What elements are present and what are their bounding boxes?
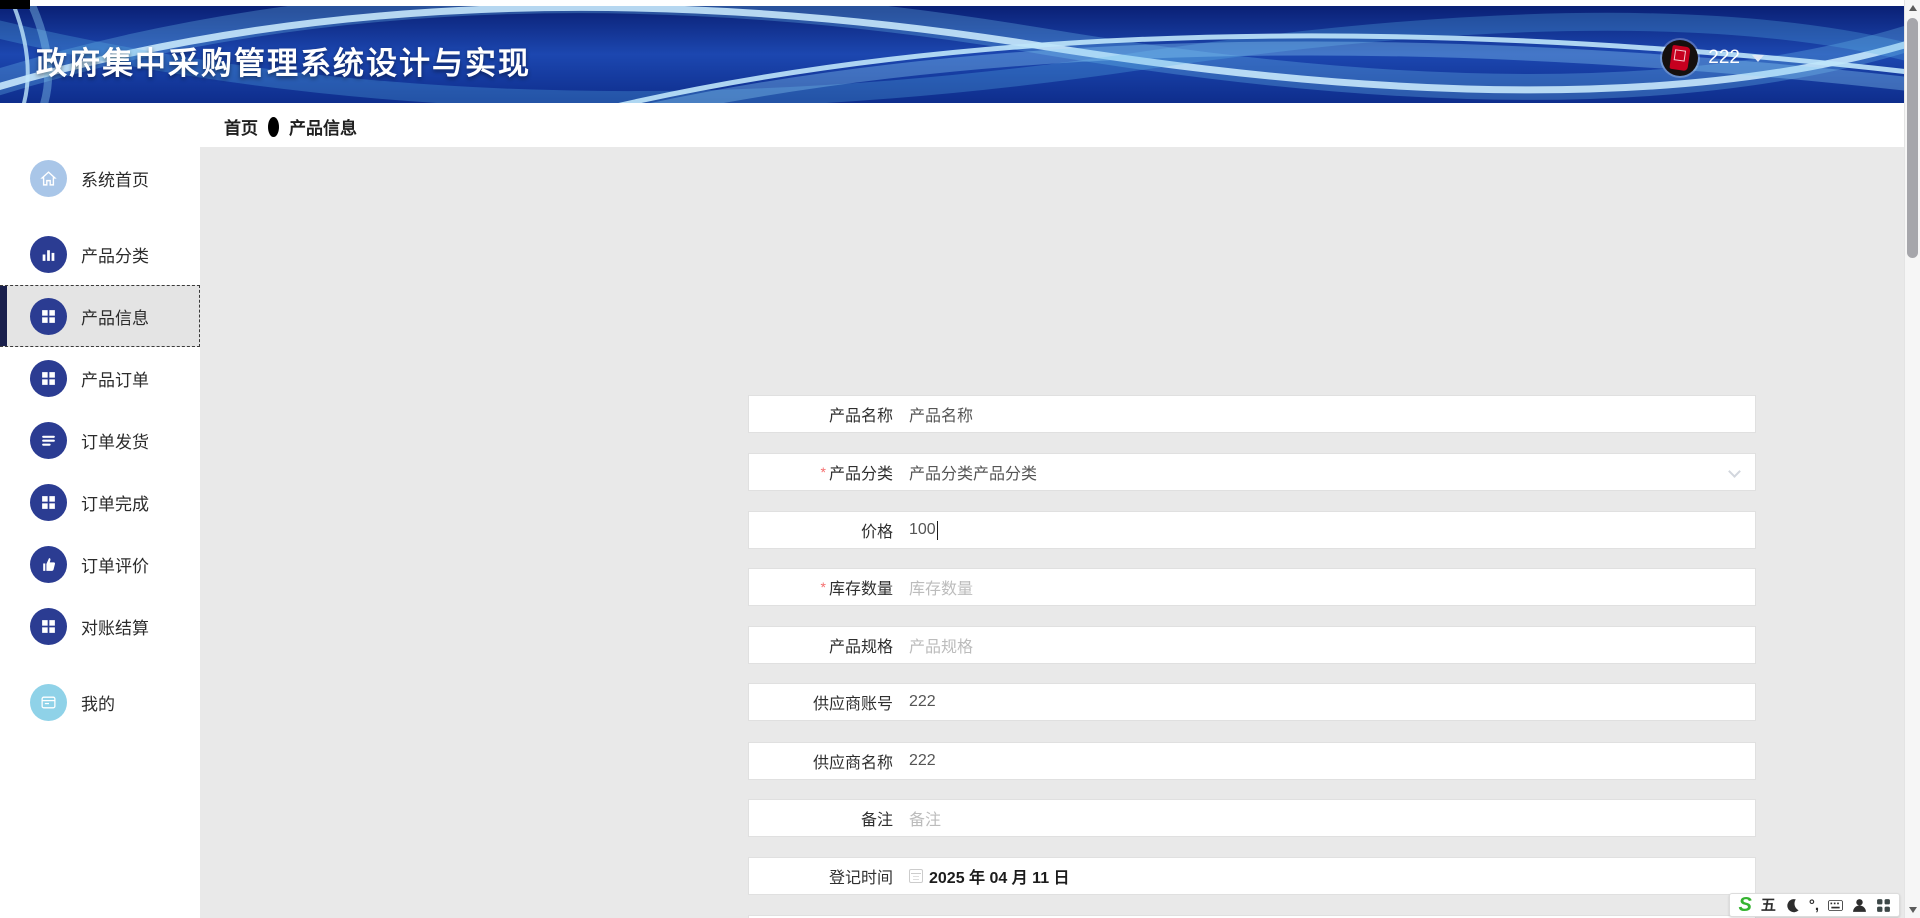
sidebar-item-label: 订单评价 — [81, 556, 149, 576]
punctuation-icon[interactable]: °, — [1809, 898, 1819, 913]
page: 政府集中采购管理系统设计与实现 222 首页 产品信息 系统首页 产品分类 产品信息… — [0, 0, 1920, 918]
sidebar-item-label: 我的 — [81, 694, 115, 714]
breadcrumb-current: 产品信息 — [289, 119, 357, 138]
field-value[interactable]: 100 — [909, 520, 938, 540]
id-card-icon — [30, 683, 67, 721]
field-label: 供应商名称 — [812, 755, 893, 772]
form-row-3[interactable]: * 库存数量 库存数量 — [748, 568, 1756, 606]
field-placeholder[interactable]: 库存数量 — [909, 575, 973, 599]
field-label: 登记时间 — [828, 870, 893, 887]
home-icon — [30, 159, 67, 197]
sidebar-item-2[interactable]: 产品信息 — [0, 285, 200, 347]
person-icon[interactable] — [1852, 898, 1867, 913]
field-label: 备注 — [860, 812, 893, 829]
sidebar-item-8[interactable]: 我的 — [0, 671, 200, 733]
field-placeholder[interactable]: 备注 — [909, 806, 941, 830]
top-white-strip — [0, 0, 1920, 6]
vertical-scrollbar[interactable] — [1904, 0, 1920, 918]
grid-icon — [30, 297, 67, 335]
form-row-0[interactable]: 产品名称 产品名称 — [748, 395, 1756, 433]
field-placeholder[interactable]: 产品规格 — [909, 633, 973, 657]
form-row-4[interactable]: 产品规格 产品规格 — [748, 626, 1756, 664]
sogou-logo-icon[interactable]: S — [1738, 895, 1751, 915]
main-content-panel: 产品名称 产品名称 * 产品分类 产品分类产品分类 价格 100 * 库存数量 库存数量 产品规格产… — [200, 147, 1904, 918]
sidebar-item-0[interactable]: 系统首页 — [0, 147, 200, 209]
sidebar-item-label: 产品信息 — [81, 308, 149, 328]
list-icon — [30, 421, 67, 459]
field-label: 产品规格 — [828, 639, 893, 656]
sidebar-item-6[interactable]: 订单评价 — [0, 533, 200, 595]
sidebar-item-1[interactable]: 产品分类 — [0, 223, 200, 285]
sidebar-item-3[interactable]: 产品订单 — [0, 347, 200, 409]
bar-chart-icon — [30, 235, 67, 273]
app-title: 政府集中采购管理系统设计与实现 — [36, 46, 531, 81]
field-label: * 库存数量 — [820, 579, 893, 598]
sidebar-item-label: 系统首页 — [81, 170, 149, 190]
user-menu[interactable]: 222 — [1662, 40, 1764, 76]
field-label: 价格 — [860, 524, 893, 541]
form-row-1[interactable]: * 产品分类 产品分类产品分类 — [748, 453, 1756, 491]
chevron-down-icon[interactable] — [1752, 54, 1764, 62]
grid-icon — [30, 607, 67, 645]
scrollbar-up-arrow-icon[interactable] — [1909, 5, 1917, 11]
scrollbar-down-arrow-icon[interactable] — [1909, 907, 1917, 913]
field-label: * 产品分类 — [820, 464, 893, 483]
grid-icon — [30, 359, 67, 397]
calendar-icon — [909, 869, 923, 883]
field-label: 供应商账号 — [812, 696, 893, 713]
sidebar-item-5[interactable]: 订单完成 — [0, 471, 200, 533]
sidebar-item-7[interactable]: 对账结算 — [0, 595, 200, 657]
breadcrumb-band: 首页 产品信息 — [0, 103, 1904, 147]
ime-toolbar[interactable]: S 五 °, — [1729, 893, 1900, 917]
form-row-8[interactable]: 登记时间 2025 年 04 月 11 日 — [748, 857, 1756, 895]
required-asterisk: * — [820, 464, 826, 480]
user-avatar[interactable] — [1662, 40, 1699, 76]
sidebar-item-label: 产品订单 — [81, 370, 149, 390]
grid-icon — [30, 483, 67, 521]
top-left-black-artifact — [0, 0, 30, 9]
form-row-7[interactable]: 备注 备注 — [748, 799, 1756, 837]
field-label: 产品名称 — [828, 408, 893, 425]
sidebar: 系统首页产品分类产品信息产品订单订单发货订单完成订单评价对账结算我的 — [0, 147, 200, 918]
scrollbar-thumb[interactable] — [1907, 18, 1918, 258]
field-value[interactable]: 产品名称 — [909, 402, 973, 426]
text-cursor — [936, 520, 938, 540]
field-value[interactable]: 2025 年 04 月 11 日 — [909, 864, 1070, 888]
user-name: 222 — [1708, 47, 1740, 68]
form-row-5[interactable]: 供应商账号 222 — [748, 683, 1756, 721]
sidebar-item-label: 订单发货 — [81, 432, 149, 452]
required-asterisk: * — [820, 579, 826, 595]
field-value[interactable]: 222 — [909, 752, 936, 770]
field-value[interactable]: 222 — [909, 693, 936, 711]
sidebar-item-label: 对账结算 — [81, 618, 149, 638]
red-book-avatar-icon — [1669, 44, 1691, 72]
header-banner: 政府集中采购管理系统设计与实现 222 — [0, 6, 1904, 103]
moon-icon[interactable] — [1785, 898, 1800, 913]
sidebar-item-label: 产品分类 — [81, 246, 149, 266]
chevron-down-icon[interactable] — [1728, 465, 1741, 478]
breadcrumb-home[interactable]: 首页 — [224, 114, 258, 139]
ime-mode-wubi[interactable]: 五 — [1761, 898, 1776, 913]
sidebar-item-4[interactable]: 订单发货 — [0, 409, 200, 471]
form-row-6[interactable]: 供应商名称 222 — [748, 742, 1756, 780]
keyboard-icon[interactable] — [1828, 898, 1843, 913]
field-value[interactable]: 产品分类产品分类 — [909, 460, 1037, 484]
breadcrumb: 首页 产品信息 — [224, 114, 357, 139]
form-row-2[interactable]: 价格 100 — [748, 511, 1756, 549]
sidebar-item-label: 订单完成 — [81, 494, 149, 514]
breadcrumb-separator-icon — [268, 116, 279, 137]
thumbs-up-icon — [30, 545, 67, 583]
grid-icon[interactable] — [1876, 898, 1891, 913]
